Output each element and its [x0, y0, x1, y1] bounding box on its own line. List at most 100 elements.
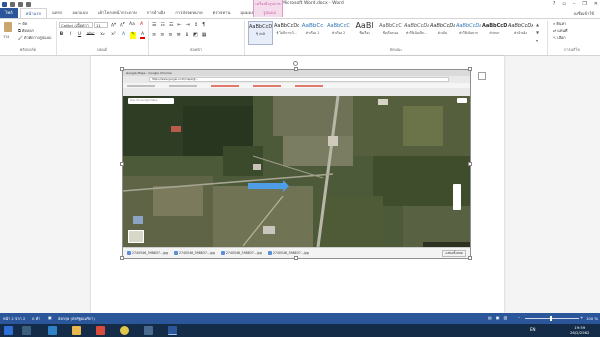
format-painter-button[interactable]: 🖌 ตัวคัดวางรูปแบบ — [18, 35, 51, 41]
map-layer-thumbnail[interactable] — [128, 230, 144, 243]
start-icon[interactable] — [4, 326, 13, 335]
tab-view[interactable]: มุมมอง — [235, 8, 258, 18]
minimize-button[interactable]: – — [573, 1, 576, 7]
tab-home[interactable]: หน้าแรก — [19, 8, 48, 18]
chrome-icon[interactable] — [120, 326, 129, 335]
rotate-handle[interactable] — [293, 61, 298, 66]
grow-font-icon[interactable]: A▲ — [111, 22, 116, 29]
zoom-slider-thumb[interactable] — [550, 316, 552, 321]
input-language[interactable]: EN — [530, 327, 536, 332]
resize-handle[interactable] — [120, 67, 124, 71]
ie-icon[interactable] — [48, 326, 57, 335]
word-taskbar-icon[interactable] — [168, 326, 177, 335]
style-heading-2[interactable]: AaBbCcC หัวเรื่อง 2 — [326, 21, 351, 45]
tab-picture-format[interactable]: รูปแบบ — [258, 8, 281, 18]
download-item[interactable]: 2740546_598837...jpg — [127, 251, 168, 255]
clock[interactable]: 19:59 26/2/2562 — [570, 325, 589, 335]
tab-file[interactable]: ไฟล์ — [0, 8, 18, 18]
language-indicator[interactable]: อังกฤษ (สหรัฐอเมริกา) — [58, 316, 95, 322]
zoom-slider[interactable] — [525, 318, 579, 319]
style-heading-1[interactable]: AaBbCc หัวเรื่อง 1 — [300, 21, 325, 45]
align-left-icon[interactable]: ≡ — [152, 32, 156, 38]
change-case-icon[interactable]: Aa — [129, 22, 135, 27]
tab-layout[interactable]: เค้าโครงหน้ากระดาษ — [93, 8, 142, 18]
web-layout-icon[interactable]: ▥ — [504, 315, 508, 320]
align-center-icon[interactable]: ≡ — [160, 32, 164, 38]
app-icon[interactable] — [144, 326, 153, 335]
align-right-icon[interactable]: ≡ — [168, 32, 172, 38]
restore-button[interactable]: ❐ — [582, 1, 586, 7]
style-subtitle[interactable]: AaBbCcC ชื่อเรื่องรอง — [378, 21, 403, 45]
tab-references[interactable]: การอ้างอิง — [142, 8, 171, 18]
decrease-indent-icon[interactable]: ⇤ — [177, 22, 181, 28]
style-title[interactable]: AaBl ชื่อเรื่อง — [352, 21, 377, 45]
download-item[interactable]: 2740546_598837...jpg — [173, 251, 215, 255]
justify-icon[interactable]: ≣ — [177, 32, 181, 38]
tab-review[interactable]: ตรวจทาน — [208, 8, 236, 18]
resize-handle[interactable] — [120, 256, 124, 260]
style-no-spacing[interactable]: AaBbCcDc ¶ ไม่มีการเว้... — [274, 21, 299, 45]
map-zoom-controls[interactable] — [453, 184, 461, 210]
sort-icon[interactable]: ↕ — [194, 22, 198, 28]
underline-button[interactable]: U — [77, 32, 82, 39]
page-count[interactable]: หน้า 2 จาก 2 — [3, 316, 25, 322]
subscript-button[interactable]: x₂ — [99, 32, 106, 39]
style-strong[interactable]: AaBbCcDaตัวหนา — [482, 21, 507, 45]
resize-handle[interactable] — [120, 162, 124, 166]
superscript-button[interactable]: x² — [110, 32, 117, 39]
file-explorer-icon[interactable] — [72, 326, 81, 335]
word-count[interactable]: 0 คำ — [32, 316, 40, 322]
text-effects-button[interactable]: A — [121, 32, 126, 39]
inserted-picture[interactable]: Google Maps - Google Chrome https://www.… — [122, 69, 471, 259]
shading-icon[interactable]: ◩ — [193, 32, 198, 38]
close-button[interactable]: ✕ — [594, 1, 598, 7]
resize-handle[interactable] — [294, 67, 298, 71]
resize-handle[interactable] — [468, 162, 472, 166]
signin-link[interactable]: ลงชื่อเข้าใช้ — [573, 10, 594, 17]
style-normal[interactable]: AaBbCcDc¶ ปกติ — [248, 21, 273, 45]
italic-button[interactable]: I — [68, 32, 73, 39]
resize-handle[interactable] — [468, 256, 472, 260]
read-mode-icon[interactable]: ▤ — [488, 315, 492, 320]
bold-button[interactable]: B — [59, 32, 64, 39]
styles-scroll[interactable]: ▲ ▼ ▾ — [536, 21, 539, 45]
media-icon[interactable] — [96, 326, 105, 335]
cut-button[interactable]: ✂ ตัด — [18, 21, 27, 27]
download-item[interactable]: 2740546_598837...jpg — [267, 251, 309, 255]
font-color-button[interactable]: A — [140, 32, 145, 39]
help-button[interactable]: ? — [553, 1, 556, 7]
style-intense-emphasis[interactable]: AaBbCcDa ทำให้เน้นมาก — [456, 21, 481, 45]
zoom-out-icon[interactable]: – — [518, 315, 520, 320]
highlight-button[interactable]: ✎ — [130, 32, 136, 39]
font-size-select[interactable]: 11 — [94, 22, 108, 28]
strikethrough-button[interactable]: abc — [86, 32, 95, 39]
download-item[interactable]: 2740546_598837...jpg — [220, 251, 262, 255]
zoom-level[interactable]: 100 % — [586, 316, 598, 321]
resize-handle[interactable] — [468, 67, 472, 71]
ribbon-display-icon[interactable]: ▫ — [562, 1, 565, 7]
show-marks-icon[interactable]: ¶ — [202, 22, 205, 28]
borders-icon[interactable]: ▦ — [202, 32, 207, 38]
downloads-show-all-button[interactable]: แสดงทั้งหมด — [442, 249, 466, 257]
numbering-icon[interactable]: ☷ — [160, 22, 164, 28]
print-layout-icon[interactable]: ▣ — [496, 315, 500, 320]
bullets-icon[interactable]: ☰ — [152, 22, 156, 28]
paste-button[interactable]: วาง — [3, 34, 9, 40]
map-account-icon[interactable] — [457, 98, 467, 103]
font-name-select[interactable]: Calibri (เนื้อควา — [59, 22, 93, 28]
style-subtle-emphasis[interactable]: AaBbCcDa ทำให้เน้นเล็ก... — [404, 21, 429, 45]
style-emphasis[interactable]: AaBbCcDa ตัวเน้น — [430, 21, 455, 45]
tab-mailings[interactable]: การส่งจดหมาย — [170, 8, 207, 18]
tab-insert[interactable]: แทรก — [47, 8, 67, 18]
select-button[interactable]: ↖ เลือก — [553, 35, 566, 41]
map-search-input[interactable]: ค้นหาใน Google Maps — [128, 98, 174, 104]
layout-options-icon[interactable] — [478, 72, 486, 80]
proofing-icon[interactable]: ▣ — [48, 315, 52, 320]
find-button[interactable]: ⌕ ค้นหา — [553, 21, 566, 27]
paste-icon[interactable] — [4, 22, 12, 32]
resize-handle[interactable] — [294, 256, 298, 260]
style-quote[interactable]: AaBbCcDx คำอ้างอิง — [508, 21, 533, 45]
replace-button[interactable]: ⇄ แทนที่ — [553, 28, 567, 34]
clear-format-icon[interactable]: A̸ — [140, 22, 143, 27]
shrink-font-icon[interactable]: A▼ — [120, 22, 125, 27]
